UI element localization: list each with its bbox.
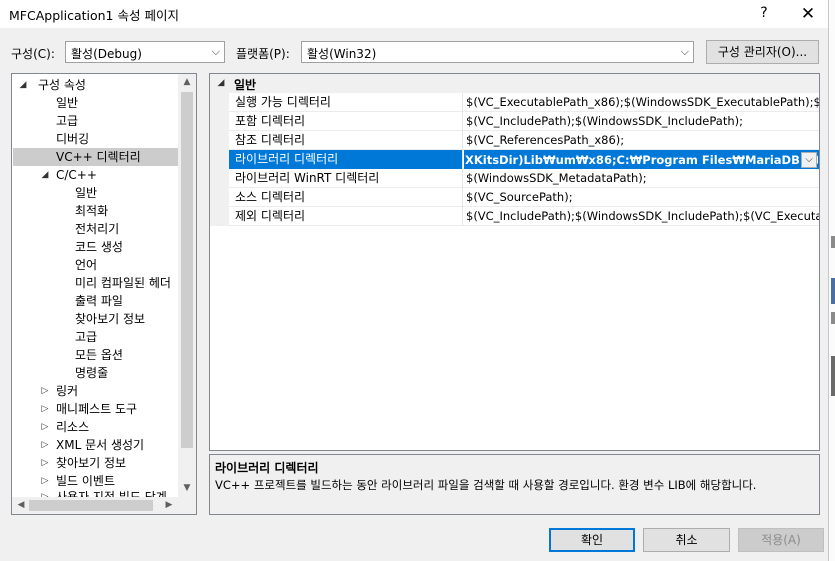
configuration-label: 구성(C): xyxy=(11,47,55,61)
grid-category-general[interactable]: ◢ 일반 xyxy=(210,74,819,93)
tree-item-label: VC++ 디렉터리 xyxy=(56,150,141,164)
tree-item-vc-directories[interactable]: VC++ 디렉터리 xyxy=(13,148,178,166)
grid-left-margin xyxy=(210,93,229,226)
tree-item-general[interactable]: 일반 xyxy=(56,94,78,112)
scroll-down-icon[interactable]: ▼ xyxy=(178,480,196,497)
tree-item-cpp-output-files[interactable]: 출력 파일 xyxy=(75,292,123,310)
property-tree[interactable]: ◢ 구성 속성 일반 고급 디버깅 VC++ 디렉터리 ◢ C/C++ 일반 최… xyxy=(11,73,197,515)
description-text: VC++ 프로젝트를 빌드하는 동안 라이브러리 파일을 검색할 때 사용할 경… xyxy=(215,478,757,492)
scroll-up-icon[interactable]: ▲ xyxy=(178,74,196,91)
tree-item-label: XML 문서 생성기 xyxy=(56,438,145,452)
expanded-icon: ◢ xyxy=(41,170,49,180)
expanded-icon: ◢ xyxy=(19,80,27,90)
property-row-executable-dirs[interactable]: 실행 가능 디렉터리 $(VC_ExecutablePath_x86);$(Wi… xyxy=(229,93,819,112)
tree-horizontal-scrollbar[interactable]: ◀ ▶ xyxy=(12,497,178,514)
collapsed-icon: ▷ xyxy=(41,458,49,468)
chevron-down-icon: ⌵ xyxy=(211,45,220,58)
chevron-down-icon[interactable]: ⌵ xyxy=(801,152,817,168)
tree-item-label: 리소스 xyxy=(56,420,90,434)
tree-item-cpp-command-line[interactable]: 명령줄 xyxy=(75,364,108,382)
tree-item-cpp-code-generation[interactable]: 코드 생성 xyxy=(75,238,123,256)
tree-item-cpp-browse-information[interactable]: 찾아보기 정보 xyxy=(75,310,145,328)
tree-item-cpp-language[interactable]: 언어 xyxy=(75,256,97,274)
tree-item-label: 구성 속성 xyxy=(38,78,86,92)
close-button[interactable]: ✕ xyxy=(797,3,819,25)
tree-item-label: C/C++ xyxy=(56,168,97,182)
scroll-left-icon[interactable]: ◀ xyxy=(12,497,30,514)
property-grid: ◢ 일반 실행 가능 디렉터리 $(VC_ExecutablePath_x86)… xyxy=(209,73,820,451)
cancel-button[interactable]: 취소 xyxy=(643,528,730,552)
background-mark xyxy=(831,236,835,248)
property-name: 실행 가능 디렉터리 xyxy=(229,93,463,112)
background-mark xyxy=(831,312,835,324)
tree-horizontal-scroll-thumb[interactable] xyxy=(29,500,153,511)
property-name: 포함 디렉터리 xyxy=(229,112,463,131)
collapsed-icon: ▷ xyxy=(41,440,49,450)
scroll-right-icon[interactable]: ▶ xyxy=(160,497,178,514)
tree-item-cpp-precompiled-headers[interactable]: 미리 컴파일된 헤더 xyxy=(75,274,171,292)
description-title: 라이브러리 디렉터리 xyxy=(215,461,319,475)
property-value[interactable]: $(WindowsSDK_MetadataPath); xyxy=(466,169,819,188)
tree-item-advanced[interactable]: 고급 xyxy=(56,112,78,130)
window-title: MFCApplication1 속성 페이지 xyxy=(9,8,179,23)
property-value[interactable]: $(VC_SourcePath); xyxy=(466,188,819,207)
scrollbar-corner xyxy=(178,497,196,514)
tree-item-cpp-optimization[interactable]: 최적화 xyxy=(75,202,108,220)
property-name: 제외 디렉터리 xyxy=(229,207,463,226)
tree-item-label: 찾아보기 정보 xyxy=(56,456,127,470)
property-pages-dialog: MFCApplication1 속성 페이지 ? ✕ 구성(C): 활성(Deb… xyxy=(0,0,828,561)
configuration-combo[interactable]: 활성(Debug) ⌵ xyxy=(65,41,225,63)
apply-button[interactable]: 적용(A) xyxy=(738,528,824,552)
tree-item-cpp-general[interactable]: 일반 xyxy=(75,184,97,202)
tree-vertical-scroll-thumb[interactable] xyxy=(181,92,193,448)
platform-combo[interactable]: 활성(Win32) ⌵ xyxy=(301,41,694,63)
property-row-exclude-dirs[interactable]: 제외 디렉터리 $(VC_IncludePath);$(WindowsSDK_I… xyxy=(229,207,819,226)
collapsed-icon: ▷ xyxy=(41,422,49,432)
property-value[interactable]: $(VC_ExecutablePath_x86);$(WindowsSDK_Ex… xyxy=(466,93,819,112)
tree-item-cpp-all-options[interactable]: 모든 옵션 xyxy=(75,346,123,364)
grid-category-label: 일반 xyxy=(234,78,257,92)
property-row-reference-dirs[interactable]: 참조 디렉터리 $(VC_ReferencesPath_x86); xyxy=(229,131,819,150)
property-row-include-dirs[interactable]: 포함 디렉터리 $(VC_IncludePath);$(WindowsSDK_I… xyxy=(229,112,819,131)
property-value[interactable]: $(VC_ReferencesPath_x86); xyxy=(466,131,819,150)
property-value[interactable]: $(VC_IncludePath);$(WindowsSDK_IncludePa… xyxy=(466,207,819,226)
tree-item-cpp-advanced[interactable]: 고급 xyxy=(75,328,97,346)
expanded-icon: ◢ xyxy=(217,78,225,88)
chevron-down-icon: ⌵ xyxy=(680,45,689,58)
platform-value: 활성(Win32) xyxy=(307,47,377,61)
collapsed-icon: ▷ xyxy=(41,404,49,414)
property-description-panel: 라이브러리 디렉터리 VC++ 프로젝트를 빌드하는 동안 라이브러리 파일을 … xyxy=(209,454,820,515)
help-button[interactable]: ? xyxy=(754,3,774,23)
library-dirs-value-field[interactable]: XKitsDir)Lib₩um₩x86;C:₩Program Files₩Mar… xyxy=(464,150,819,169)
configuration-value: 활성(Debug) xyxy=(71,47,142,61)
title-bar: MFCApplication1 속성 페이지 ? ✕ xyxy=(0,0,828,28)
tree-item-debugging[interactable]: 디버깅 xyxy=(56,130,89,148)
platform-label: 플랫폼(P): xyxy=(236,47,290,61)
tree-item-cpp-preprocessor[interactable]: 전처리기 xyxy=(75,220,119,238)
configuration-manager-button[interactable]: 구성 관리자(O)... xyxy=(706,40,819,64)
property-name: 라이브러리 디렉터리 xyxy=(229,150,463,169)
property-row-library-dirs[interactable]: 라이브러리 디렉터리 XKitsDir)Lib₩um₩x86;C:₩Progra… xyxy=(229,150,819,169)
tree-item-label: 매니페스트 도구 xyxy=(56,402,138,416)
property-row-library-winrt-dirs[interactable]: 라이브러리 WinRT 디렉터리 $(WindowsSDK_MetadataPa… xyxy=(229,169,819,188)
background-window-edge xyxy=(828,0,835,561)
property-row-source-dirs[interactable]: 소스 디렉터리 $(VC_SourcePath); xyxy=(229,188,819,207)
ok-button[interactable]: 확인 xyxy=(549,528,635,552)
property-name: 소스 디렉터리 xyxy=(229,188,463,207)
property-value[interactable]: $(VC_IncludePath);$(WindowsSDK_IncludePa… xyxy=(466,112,819,131)
background-mark xyxy=(831,356,835,396)
property-value: XKitsDir)Lib₩um₩x86;C:₩Program Files₩Mar… xyxy=(465,153,818,167)
collapsed-icon: ▷ xyxy=(41,386,49,396)
background-mark xyxy=(831,278,835,304)
property-name: 참조 디렉터리 xyxy=(229,131,463,150)
tree-vertical-scrollbar[interactable]: ▲ ▼ xyxy=(178,74,196,497)
property-name: 라이브러리 WinRT 디렉터리 xyxy=(229,169,463,188)
tree-item-label: 링커 xyxy=(56,384,79,398)
